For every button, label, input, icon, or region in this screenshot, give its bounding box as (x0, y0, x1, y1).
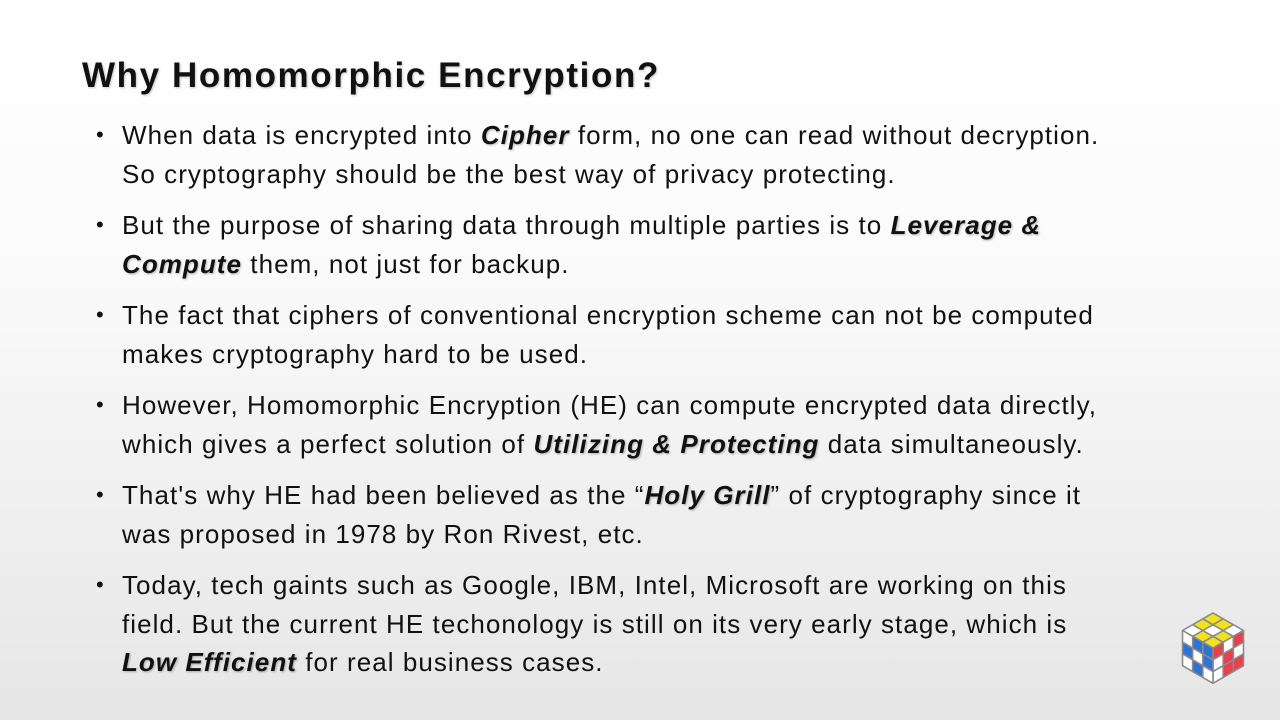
slide-title: Why Homomorphic Encryption? (82, 56, 660, 95)
bullet-text: However, Homomorphic Encryption (HE) can… (122, 390, 1097, 420)
bullet-line: was proposed in 1978 by Ron Rivest, etc. (122, 515, 1202, 554)
bullet-text: So cryptography should be the best way o… (122, 158, 896, 189)
bullet-text: When data is encrypted into (122, 120, 481, 150)
bullet-line: But the purpose of sharing data through … (122, 206, 1202, 245)
bullet-text: them, not just for backup. (242, 248, 570, 279)
bullet-text: for real business cases. (296, 647, 604, 677)
emphasis-text: Cipher (480, 120, 570, 150)
bullet-line: field. But the current HE techonology is… (122, 605, 1202, 644)
bullet-line: which gives a perfect solution of Utiliz… (122, 425, 1202, 464)
bullet-text: field. But the current HE techonology is… (122, 608, 1068, 639)
bullet-text: data simultaneously. (819, 428, 1084, 459)
bullet-text: which gives a perfect solution of (122, 428, 534, 459)
bullet-line: So cryptography should be the best way o… (122, 155, 1202, 194)
bullet-line: However, Homomorphic Encryption (HE) can… (122, 386, 1202, 425)
bullet-text: That's why HE had been believed as the “ (122, 480, 645, 510)
bullet-text: was proposed in 1978 by Ron Rivest, etc. (122, 518, 644, 549)
emphasis-text: Holy Grill (644, 480, 771, 510)
bullet-text: The fact that ciphers of conventional en… (122, 300, 1094, 330)
bullet-line: makes cryptography hard to be used. (122, 335, 1202, 374)
bullet-text: form, no one can read without decryption… (569, 120, 1100, 150)
bullet-line: That's why HE had been believed as the “… (122, 476, 1202, 515)
bullet-text: makes cryptography hard to be used. (122, 338, 588, 369)
bullet-text: Today, tech gaints such as Google, IBM, … (122, 570, 1067, 600)
bullet-line: Low Efficient for real business cases. (122, 643, 1202, 682)
bullet-item: That's why HE had been believed as the “… (96, 476, 1202, 554)
emphasis-text: Low Efficient (122, 647, 297, 677)
bullet-item: Today, tech gaints such as Google, IBM, … (96, 566, 1202, 682)
bullet-text: ” of cryptography since it (770, 480, 1082, 510)
emphasis-text: Utilizing & Protecting (533, 428, 820, 459)
rubiks-cube-icon (1181, 612, 1245, 685)
bullet-line: Today, tech gaints such as Google, IBM, … (122, 566, 1202, 605)
bullet-line: When data is encrypted into Cipher form,… (122, 116, 1202, 155)
bullet-list: When data is encrypted into Cipher form,… (96, 116, 1202, 695)
bullet-item: When data is encrypted into Cipher form,… (96, 116, 1202, 194)
bullet-line: Compute them, not just for backup. (122, 245, 1202, 284)
bullet-line: The fact that ciphers of conventional en… (122, 296, 1202, 335)
bullet-item: However, Homomorphic Encryption (HE) can… (96, 386, 1202, 464)
bullet-text: But the purpose of sharing data through … (122, 210, 891, 240)
emphasis-text: Leverage & (890, 210, 1042, 240)
bullet-item: But the purpose of sharing data through … (96, 206, 1202, 284)
bullet-item: The fact that ciphers of conventional en… (96, 296, 1202, 374)
emphasis-text: Compute (122, 248, 243, 279)
